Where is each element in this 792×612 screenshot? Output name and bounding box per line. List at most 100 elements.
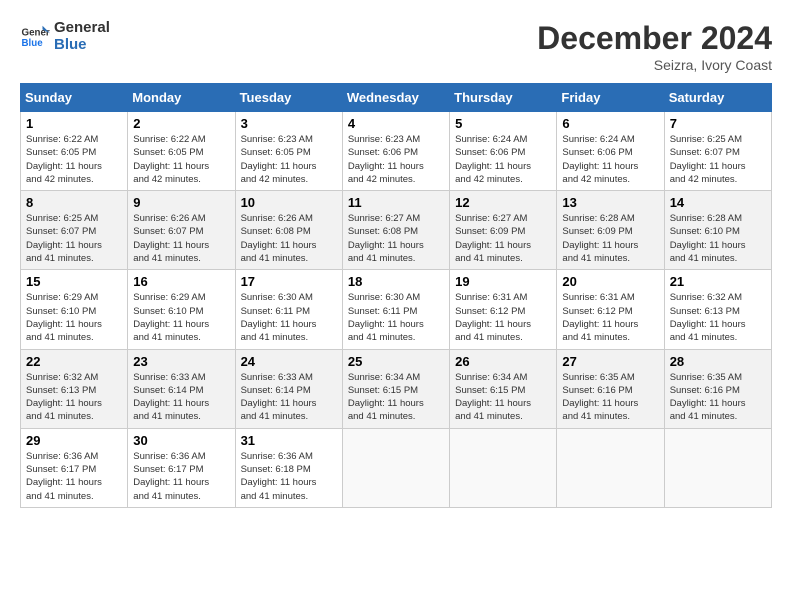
day-cell xyxy=(557,428,664,507)
day-number: 10 xyxy=(241,195,337,210)
week-row-2: 8 Sunrise: 6:25 AM Sunset: 6:07 PM Daylig… xyxy=(21,191,772,270)
day-cell: 19Sunrise: 6:31 AM Sunset: 6:12 PM Dayli… xyxy=(450,270,557,349)
day-cell: 16 Sunrise: 6:29 AM Sunset: 6:10 PM Dayli… xyxy=(128,270,235,349)
day-number: 7 xyxy=(670,116,766,131)
day-cell: 10 Sunrise: 6:26 AM Sunset: 6:08 PM Dayli… xyxy=(235,191,342,270)
day-info: Sunrise: 6:36 AM Sunset: 6:17 PM Dayligh… xyxy=(26,450,122,503)
day-cell: 4 Sunrise: 6:23 AM Sunset: 6:06 PM Daylig… xyxy=(342,112,449,191)
day-cell: 28 Sunrise: 6:35 AM Sunset: 6:16 PM Dayli… xyxy=(664,349,771,428)
day-number: 17 xyxy=(241,274,337,289)
header-friday: Friday xyxy=(557,84,664,112)
day-cell: 2Sunrise: 6:22 AM Sunset: 6:05 PM Daylig… xyxy=(128,112,235,191)
logo-icon: General Blue xyxy=(20,22,50,52)
header-saturday: Saturday xyxy=(664,84,771,112)
day-info: Sunrise: 6:36 AM Sunset: 6:18 PM Dayligh… xyxy=(241,450,337,503)
day-number: 8 xyxy=(26,195,122,210)
day-cell: 1 Sunrise: 6:22 AM Sunset: 6:05 PM Daylig… xyxy=(21,112,128,191)
day-number: 9 xyxy=(133,195,229,210)
day-info: Sunrise: 6:27 AM Sunset: 6:08 PM Dayligh… xyxy=(348,212,444,265)
day-number: 31 xyxy=(241,433,337,448)
week-row-1: 1 Sunrise: 6:22 AM Sunset: 6:05 PM Daylig… xyxy=(21,112,772,191)
header-row: SundayMondayTuesdayWednesdayThursdayFrid… xyxy=(21,84,772,112)
day-cell: 7 Sunrise: 6:25 AM Sunset: 6:07 PM Daylig… xyxy=(664,112,771,191)
day-cell xyxy=(450,428,557,507)
day-number: 15 xyxy=(26,274,122,289)
week-row-5: 29 Sunrise: 6:36 AM Sunset: 6:17 PM Dayli… xyxy=(21,428,772,507)
day-info: Sunrise: 6:24 AM Sunset: 6:06 PM Dayligh… xyxy=(455,133,551,186)
day-number: 18 xyxy=(348,274,444,289)
day-info: Sunrise: 6:26 AM Sunset: 6:07 PM Dayligh… xyxy=(133,212,229,265)
day-info: Sunrise: 6:30 AM Sunset: 6:11 PM Dayligh… xyxy=(348,291,444,344)
day-cell: 9 Sunrise: 6:26 AM Sunset: 6:07 PM Daylig… xyxy=(128,191,235,270)
day-info: Sunrise: 6:25 AM Sunset: 6:07 PM Dayligh… xyxy=(670,133,766,186)
day-number: 2 xyxy=(133,116,229,131)
day-info: Sunrise: 6:23 AM Sunset: 6:05 PM Dayligh… xyxy=(241,133,337,186)
day-info: Sunrise: 6:29 AM Sunset: 6:10 PM Dayligh… xyxy=(133,291,229,344)
day-info: Sunrise: 6:24 AM Sunset: 6:06 PM Dayligh… xyxy=(562,133,658,186)
day-info: Sunrise: 6:28 AM Sunset: 6:10 PM Dayligh… xyxy=(670,212,766,265)
day-cell: 12Sunrise: 6:27 AM Sunset: 6:09 PM Dayli… xyxy=(450,191,557,270)
day-cell: 17Sunrise: 6:30 AM Sunset: 6:11 PM Dayli… xyxy=(235,270,342,349)
day-cell: 24 Sunrise: 6:33 AM Sunset: 6:14 PM Dayli… xyxy=(235,349,342,428)
location: Seizra, Ivory Coast xyxy=(537,57,772,73)
day-cell: 25 Sunrise: 6:34 AM Sunset: 6:15 PM Dayli… xyxy=(342,349,449,428)
day-number: 19 xyxy=(455,274,551,289)
day-number: 12 xyxy=(455,195,551,210)
day-cell: 23Sunrise: 6:33 AM Sunset: 6:14 PM Dayli… xyxy=(128,349,235,428)
day-info: Sunrise: 6:29 AM Sunset: 6:10 PM Dayligh… xyxy=(26,291,122,344)
day-number: 4 xyxy=(348,116,444,131)
day-number: 5 xyxy=(455,116,551,131)
day-number: 21 xyxy=(670,274,766,289)
day-cell: 6 Sunrise: 6:24 AM Sunset: 6:06 PM Daylig… xyxy=(557,112,664,191)
day-number: 28 xyxy=(670,354,766,369)
day-number: 20 xyxy=(562,274,658,289)
day-info: Sunrise: 6:35 AM Sunset: 6:16 PM Dayligh… xyxy=(670,371,766,424)
day-number: 30 xyxy=(133,433,229,448)
day-cell: 31 Sunrise: 6:36 AM Sunset: 6:18 PM Dayli… xyxy=(235,428,342,507)
day-info: Sunrise: 6:34 AM Sunset: 6:15 PM Dayligh… xyxy=(455,371,551,424)
day-info: Sunrise: 6:33 AM Sunset: 6:14 PM Dayligh… xyxy=(241,371,337,424)
day-info: Sunrise: 6:35 AM Sunset: 6:16 PM Dayligh… xyxy=(562,371,658,424)
day-cell: 20Sunrise: 6:31 AM Sunset: 6:12 PM Dayli… xyxy=(557,270,664,349)
day-number: 26 xyxy=(455,354,551,369)
day-info: Sunrise: 6:23 AM Sunset: 6:06 PM Dayligh… xyxy=(348,133,444,186)
day-cell: 18 Sunrise: 6:30 AM Sunset: 6:11 PM Dayli… xyxy=(342,270,449,349)
day-number: 6 xyxy=(562,116,658,131)
day-info: Sunrise: 6:28 AM Sunset: 6:09 PM Dayligh… xyxy=(562,212,658,265)
logo-line2: Blue xyxy=(54,37,110,54)
day-cell xyxy=(342,428,449,507)
day-number: 14 xyxy=(670,195,766,210)
day-number: 23 xyxy=(133,354,229,369)
day-number: 11 xyxy=(348,195,444,210)
week-row-3: 15 Sunrise: 6:29 AM Sunset: 6:10 PM Dayli… xyxy=(21,270,772,349)
week-row-4: 22 Sunrise: 6:32 AM Sunset: 6:13 PM Dayli… xyxy=(21,349,772,428)
day-number: 27 xyxy=(562,354,658,369)
calendar-table: SundayMondayTuesdayWednesdayThursdayFrid… xyxy=(20,83,772,508)
header-wednesday: Wednesday xyxy=(342,84,449,112)
day-number: 25 xyxy=(348,354,444,369)
day-info: Sunrise: 6:26 AM Sunset: 6:08 PM Dayligh… xyxy=(241,212,337,265)
day-number: 29 xyxy=(26,433,122,448)
day-info: Sunrise: 6:25 AM Sunset: 6:07 PM Dayligh… xyxy=(26,212,122,265)
day-number: 13 xyxy=(562,195,658,210)
day-info: Sunrise: 6:36 AM Sunset: 6:17 PM Dayligh… xyxy=(133,450,229,503)
day-cell: 27 Sunrise: 6:35 AM Sunset: 6:16 PM Dayli… xyxy=(557,349,664,428)
logo-line1: General xyxy=(54,20,110,37)
day-info: Sunrise: 6:34 AM Sunset: 6:15 PM Dayligh… xyxy=(348,371,444,424)
day-number: 16 xyxy=(133,274,229,289)
day-number: 22 xyxy=(26,354,122,369)
logo: General Blue General Blue xyxy=(20,20,110,53)
day-cell: 29 Sunrise: 6:36 AM Sunset: 6:17 PM Dayli… xyxy=(21,428,128,507)
day-cell: 30 Sunrise: 6:36 AM Sunset: 6:17 PM Dayli… xyxy=(128,428,235,507)
day-info: Sunrise: 6:32 AM Sunset: 6:13 PM Dayligh… xyxy=(26,371,122,424)
day-info: Sunrise: 6:22 AM Sunset: 6:05 PM Dayligh… xyxy=(26,133,122,186)
day-cell: 15 Sunrise: 6:29 AM Sunset: 6:10 PM Dayli… xyxy=(21,270,128,349)
day-number: 24 xyxy=(241,354,337,369)
day-number: 1 xyxy=(26,116,122,131)
day-cell: 21Sunrise: 6:32 AM Sunset: 6:13 PM Dayli… xyxy=(664,270,771,349)
day-cell: 14 Sunrise: 6:28 AM Sunset: 6:10 PM Dayli… xyxy=(664,191,771,270)
header-tuesday: Tuesday xyxy=(235,84,342,112)
day-cell: 5 Sunrise: 6:24 AM Sunset: 6:06 PM Daylig… xyxy=(450,112,557,191)
svg-text:Blue: Blue xyxy=(22,38,44,49)
header-monday: Monday xyxy=(128,84,235,112)
